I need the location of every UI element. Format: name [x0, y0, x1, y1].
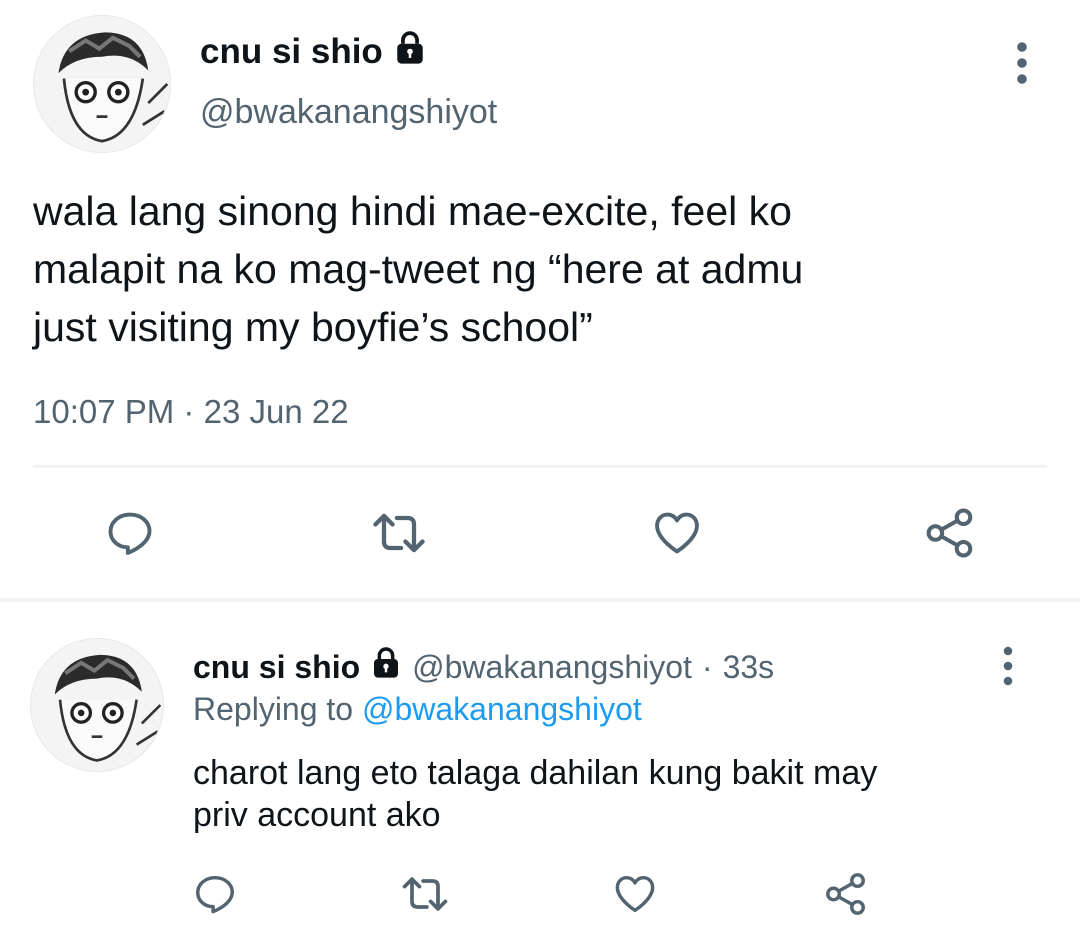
reply-icon — [108, 512, 152, 555]
reply-header: cnu si shio @bwakanangshiyot · 33s — [193, 645, 774, 689]
avatar[interactable] — [30, 638, 164, 772]
share-button[interactable] — [816, 864, 876, 924]
avatar[interactable] — [33, 15, 171, 153]
retweet-icon — [402, 877, 448, 911]
more-vertical-icon[interactable] — [1005, 40, 1039, 86]
reply-icon — [196, 875, 234, 914]
display-name-text: cnu si shio — [193, 648, 361, 685]
reply-button[interactable] — [185, 864, 245, 924]
tweet-date: 23 Jun 22 — [203, 393, 349, 430]
meta-separator: · — [701, 648, 713, 685]
tweet-text: wala lang sinong hindi mae-excite, feel … — [33, 188, 804, 350]
like-icon — [615, 875, 655, 913]
replying-to: Replying to @bwakanangshiyot — [193, 691, 642, 728]
more-vertical-icon[interactable] — [993, 645, 1023, 687]
replying-handle-link[interactable]: @bwakanangshiyot — [362, 691, 642, 727]
like-button[interactable] — [605, 864, 665, 924]
display-name[interactable]: cnu si shio — [200, 30, 427, 74]
retweet-icon — [373, 513, 425, 553]
tweet-time: 10:07 PM — [33, 393, 175, 430]
tweet-text: charot lang eto talaga dahilan kung baki… — [193, 754, 878, 834]
tweet-age[interactable]: 33s — [723, 649, 775, 686]
display-name-text: cnu si shio — [200, 32, 383, 71]
like-button[interactable] — [647, 503, 707, 563]
section-separator — [0, 598, 1080, 602]
tweet-timestamp[interactable]: 10:07 PM · 23 Jun 22 — [33, 393, 349, 431]
lock-icon — [370, 647, 402, 687]
reply-button[interactable] — [100, 503, 160, 563]
share-icon — [926, 508, 973, 558]
share-icon — [826, 873, 865, 915]
meta-separator: · — [183, 393, 195, 430]
share-button[interactable] — [920, 503, 980, 563]
handle[interactable]: @bwakanangshiyot — [412, 649, 692, 686]
handle[interactable]: @bwakanangshiyot — [200, 93, 497, 132]
lock-icon — [393, 30, 427, 74]
retweet-button[interactable] — [395, 864, 455, 924]
display-name[interactable]: cnu si shio — [193, 647, 402, 687]
replying-label: Replying to — [193, 691, 354, 727]
divider — [33, 465, 1047, 468]
like-icon — [655, 512, 699, 554]
retweet-button[interactable] — [369, 503, 429, 563]
